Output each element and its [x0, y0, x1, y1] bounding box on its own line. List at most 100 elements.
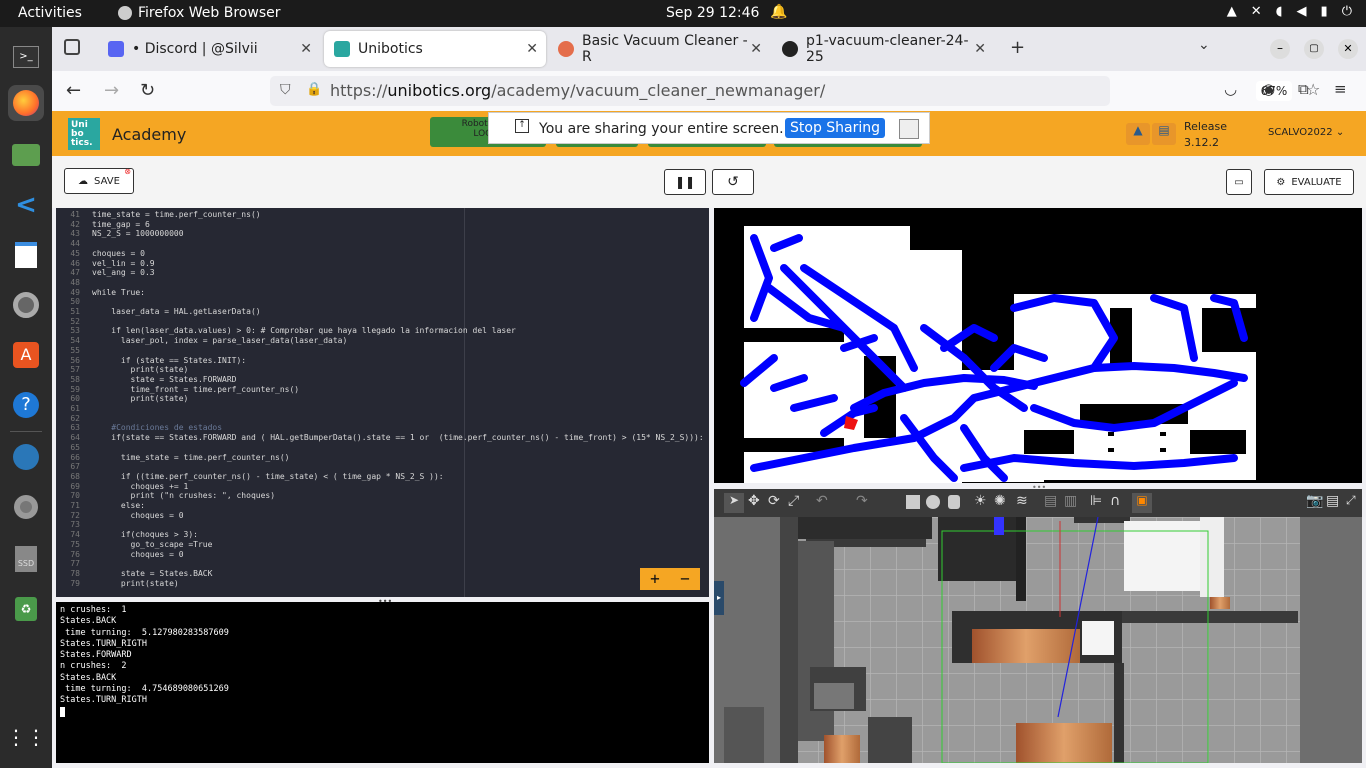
console-output[interactable]: n crushes: 1 States.BACK time turning: 5.… [56, 602, 709, 763]
spot-light-icon[interactable]: ✺ [994, 493, 1006, 509]
chat-icon[interactable]: ▤ [1152, 123, 1176, 145]
maximize-icon[interactable]: ▢ [1304, 39, 1324, 59]
line-number: 76 [70, 549, 80, 559]
menu-icon[interactable]: ≡ [1334, 80, 1347, 98]
scale-icon[interactable]: ⤢ [788, 493, 799, 509]
line-number: 59 [70, 384, 80, 394]
close-icon[interactable]: ✕ [750, 41, 762, 57]
pause-icon: ❚❚ [674, 175, 696, 189]
evaluate-button[interactable]: ⚙ EVALUATE [1264, 169, 1354, 195]
copy-icon[interactable]: ▤ [1044, 493, 1057, 509]
unibotics-icon [334, 41, 350, 57]
reset-icon: ↺ [727, 174, 739, 190]
show-apps-icon[interactable]: ⋮⋮ [6, 719, 46, 755]
clock[interactable]: Sep 29 12:46 [666, 5, 759, 21]
panel-toggle-icon[interactable]: ▸ [714, 581, 724, 615]
align-icon[interactable]: ⊫ [1090, 493, 1102, 509]
translate-icon[interactable]: ✥ [748, 493, 760, 509]
pause-button[interactable]: ❚❚ [664, 169, 706, 195]
close-icon[interactable]: ✕ [526, 41, 538, 57]
font-increase-button[interactable]: + [640, 568, 670, 590]
select-icon[interactable]: ➤ [724, 493, 744, 513]
dock: >_ < A ? SSD ♻ ⋮⋮ [0, 27, 52, 768]
system-tray[interactable]: ▲ ✕ ◖ ◀ ▮ ⏻ [1227, 4, 1352, 19]
lock-icon[interactable]: 🔒 [306, 82, 322, 97]
academy-title[interactable]: Academy [112, 125, 186, 144]
directional-light-icon[interactable]: ≋ [1016, 493, 1028, 509]
code-line: laser_data = HAL.getLaserData() [92, 307, 261, 316]
shield-icon[interactable]: ⛉ [280, 82, 291, 98]
vscode-icon[interactable]: < [8, 187, 44, 223]
unibotics-logo[interactable]: Uni bo tics. [68, 118, 100, 150]
console-line: States.BACK [60, 616, 117, 627]
terminal-icon[interactable]: >_ [8, 39, 44, 75]
code-line: if len(laser_data.values) > 0: # Comprob… [92, 326, 516, 336]
save-button[interactable]: ☁ SAVE ⊗ [64, 167, 134, 194]
settings-icon[interactable] [8, 287, 44, 323]
box-shape-icon[interactable] [906, 495, 920, 509]
tab-list-icon[interactable]: ⌄ [1198, 37, 1210, 53]
snap-icon[interactable]: ∩ [1110, 493, 1120, 509]
disks-icon[interactable] [8, 439, 44, 475]
activities-button[interactable]: Activities [18, 5, 82, 21]
change-view-icon[interactable]: ▣ [1132, 493, 1152, 513]
reset-button[interactable]: ↺ [712, 169, 754, 195]
user-menu[interactable]: SCALVO2022 ⌄ [1268, 127, 1344, 138]
code-line: choques = 0 [92, 248, 145, 258]
code-editor[interactable]: 41 time_state = time.perf_counter_ns() 42 t… [56, 208, 709, 597]
extensions-icon[interactable]: ⧉ [1298, 80, 1309, 98]
paste-icon[interactable]: ▥ [1064, 493, 1077, 509]
code-line: print(state) [92, 365, 189, 375]
ssd-icon[interactable]: SSD [8, 541, 44, 577]
sphere-shape-icon[interactable] [926, 495, 940, 509]
tab-label: • Discord | @Silvii [132, 41, 258, 57]
line-number: 63 [70, 423, 80, 433]
evaluate-icon: ⚙ [1276, 176, 1286, 188]
url-bar[interactable]: ⛉ 🔒 https://unibotics.org/academy/vacuum… [270, 76, 1320, 106]
optical-drive-icon[interactable] [8, 489, 44, 525]
code-line: else: [92, 501, 145, 510]
point-light-icon[interactable]: ☀ [974, 493, 987, 509]
files-icon[interactable] [8, 137, 44, 173]
url-path: /academy/vacuum_cleaner_newmanager/ [491, 81, 826, 100]
new-tab-icon[interactable]: + [1010, 37, 1025, 58]
monitor-button[interactable]: ▭ [1226, 169, 1252, 195]
cylinder-shape-icon[interactable] [948, 495, 960, 509]
app-center-icon[interactable]: A [8, 337, 44, 373]
account-icon[interactable]: ◉ [1262, 80, 1275, 98]
graduation-cap-icon[interactable]: ▲ [1126, 123, 1150, 145]
close-icon[interactable]: ✕ [300, 41, 312, 57]
screenshot-icon[interactable]: 📷 [1306, 493, 1323, 509]
window-close-icon[interactable]: ✕ [1338, 39, 1358, 59]
app-menu[interactable]: Firefox Web Browser [118, 5, 281, 21]
minimize-share-banner-icon[interactable] [899, 119, 919, 139]
tab-overview-icon[interactable] [64, 39, 80, 55]
log-icon[interactable]: ▤ [1326, 493, 1339, 509]
stop-sharing-button[interactable]: Stop Sharing [785, 118, 886, 138]
redo-icon[interactable]: ↷ [856, 493, 868, 509]
code-line: time_state = time.perf_counter_ns() [92, 452, 290, 462]
firefox-icon[interactable] [8, 85, 44, 121]
rotate-icon[interactable]: ⟳ [768, 493, 780, 509]
fullscreen-icon[interactable]: ⤢ [1346, 493, 1356, 508]
trash-icon[interactable]: ♻ [8, 591, 44, 627]
text-editor-icon[interactable] [8, 237, 44, 273]
line-number: 70 [70, 491, 80, 501]
line-number: 43 [70, 229, 80, 239]
tab-discord[interactable]: • Discord | @Silvii ✕ [98, 31, 320, 67]
forward-icon[interactable]: → [104, 80, 119, 101]
url-domain: unibotics.org [387, 81, 492, 100]
pocket-icon[interactable]: ◡ [1224, 80, 1237, 98]
reload-icon[interactable]: ↻ [140, 80, 155, 101]
back-icon[interactable]: ← [66, 80, 81, 101]
monitor-icon: ▭ [1234, 176, 1244, 188]
close-icon[interactable]: ✕ [974, 41, 986, 57]
tab-unibotics[interactable]: Unibotics ✕ [324, 31, 546, 67]
font-decrease-button[interactable]: − [670, 568, 700, 590]
simulation-view[interactable]: ➤ ✥ ⟳ ⤢ ↶ ↷ ☀ ✺ ≋ ▤ ▥ ⊫ ∩ ▣ 📷 ▤ ⤢ ▸ [714, 489, 1362, 763]
undo-icon[interactable]: ↶ [816, 493, 828, 509]
help-icon[interactable]: ? [8, 387, 44, 423]
tab-github[interactable]: p1-vacuum-cleaner-24-25 ✕ [772, 31, 994, 67]
tab-vacuum[interactable]: Basic Vacuum Cleaner - R ✕ [548, 31, 770, 67]
minimize-icon[interactable]: – [1270, 39, 1290, 59]
